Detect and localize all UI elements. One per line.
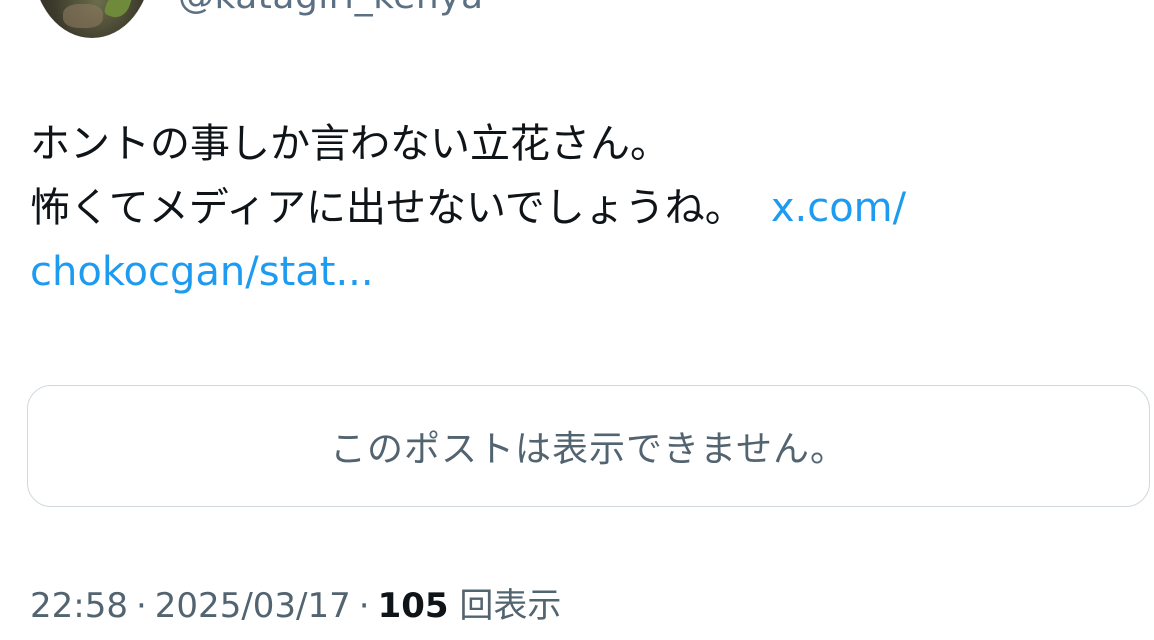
avatar[interactable] — [33, 0, 151, 38]
separator: · — [358, 586, 370, 626]
post-text-segment: 怖くてメディアに出せないでしょうね。 — [30, 185, 745, 231]
views-count[interactable]: 105 — [378, 586, 449, 626]
post-meta: 22:58 · 2025/03/17 · 105 回表示 — [30, 578, 561, 627]
views-label: 回表示 — [459, 586, 562, 626]
post-text-line: ホントの事しか言わない立花さん。 — [30, 121, 670, 167]
quoted-post-unavailable-card: このポストは表示できません。 — [27, 385, 1150, 507]
post-date[interactable]: 2025/03/17 — [155, 586, 351, 626]
separator: · — [135, 586, 147, 626]
author-handle[interactable]: @katagiri_kenya — [178, 0, 484, 17]
avatar-image-detail — [103, 0, 133, 21]
post-text: ホントの事しか言わない立花さん。 怖くてメディアに出せないでしょうね。 x.com… — [30, 112, 1120, 304]
post-link[interactable]: x.com/ — [771, 185, 906, 231]
avatar-image-detail — [63, 4, 103, 28]
post-link-continuation[interactable]: chokocgan/stat... — [30, 240, 1120, 304]
post-detail-view: @katagiri_kenya ホントの事しか言わない立花さん。 怖くてメディア… — [0, 0, 1154, 640]
unavailable-message: このポストは表示できません。 — [330, 429, 847, 470]
post-text-line: 怖くてメディアに出せないでしょうね。 x.com/ — [30, 176, 1120, 240]
post-time[interactable]: 22:58 — [30, 586, 128, 626]
